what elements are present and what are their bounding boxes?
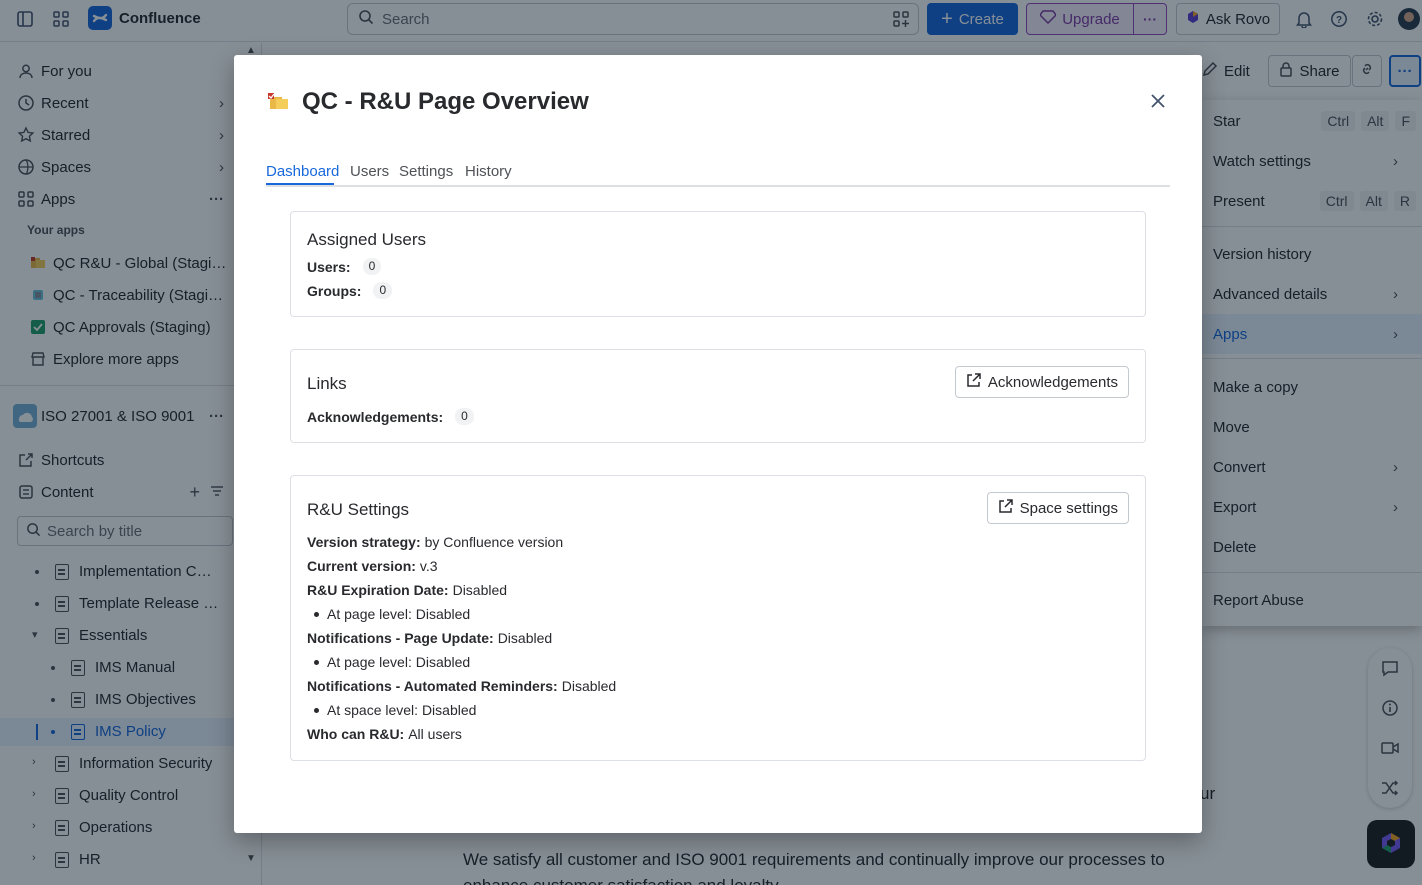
close-icon[interactable] [1148, 91, 1168, 111]
setting-value: Disabled [561, 678, 617, 694]
acknowledgements-label: Acknowledgements: [307, 408, 444, 425]
list-bullet [314, 612, 319, 617]
notif-update-row: Notifications - Page Update: Disabled [307, 630, 552, 646]
notif-reminders-sub-row: At space level: Disabled [327, 702, 477, 718]
who-can-ru-row: Who can R&U: All users [307, 726, 462, 742]
tab-history[interactable]: History [465, 163, 512, 180]
acknowledgements-button[interactable]: Acknowledgements [954, 366, 1129, 398]
groups-label: Groups: [307, 282, 362, 299]
card-heading: R&U Settings [307, 500, 410, 519]
groups-count-badge: 0 [373, 282, 393, 299]
list-bullet [314, 708, 319, 713]
modal-title: QC - R&U Page Overview [302, 88, 589, 115]
setting-value: v.3 [419, 558, 438, 574]
expiration-row: R&U Expiration Date: Disabled [307, 582, 507, 598]
setting-value: by Confluence version [424, 534, 564, 550]
setting-label: Who can R&U: [307, 726, 405, 742]
setting-label: Notifications - Page Update: [307, 630, 494, 646]
expiration-sub-row: At page level: Disabled [327, 606, 471, 622]
external-link-icon [966, 372, 982, 392]
acknowledgements-row: Acknowledgements: 0 [307, 408, 474, 425]
notif-update-sub-row: At page level: Disabled [327, 654, 471, 670]
tab-settings[interactable]: Settings [399, 163, 453, 180]
ru-settings-card: R&U Settings Space settings Version stra… [290, 475, 1146, 761]
setting-label: Version strategy: [307, 534, 421, 550]
acknowledgements-button-label: Acknowledgements [987, 373, 1118, 391]
current-version-row: Current version: v.3 [307, 558, 438, 574]
card-heading: Assigned Users [307, 230, 427, 249]
space-settings-button-label: Space settings [1019, 499, 1118, 517]
users-row: Users: 0 [307, 258, 382, 275]
setting-label: Current version: [307, 558, 416, 574]
assigned-users-card: Assigned Users Users: 0 Groups: 0 [290, 211, 1146, 317]
modal-tabs: Dashboard Users Settings History [266, 160, 1170, 187]
setting-label: R&U Expiration Date: [307, 582, 449, 598]
tab-users[interactable]: Users [350, 163, 389, 180]
setting-label: Notifications - Automated Reminders: [307, 678, 558, 694]
users-count-badge: 0 [362, 258, 382, 275]
list-bullet [314, 660, 319, 665]
acknowledgements-count-badge: 0 [455, 408, 474, 425]
groups-row: Groups: 0 [307, 282, 393, 299]
users-label: Users: [307, 258, 351, 275]
qc-ru-app-icon [266, 91, 290, 113]
setting-value: Disabled [497, 630, 553, 646]
space-settings-button[interactable]: Space settings [986, 492, 1129, 524]
setting-value: Disabled [452, 582, 508, 598]
active-tab-indicator [266, 183, 334, 185]
page-overview-modal: QC - R&U Page Overview Dashboard Users S… [234, 55, 1202, 833]
links-card: Links Acknowledgements Acknowledgements:… [290, 349, 1146, 443]
card-heading: Links [307, 374, 347, 393]
setting-value: All users [408, 726, 462, 742]
version-strategy-row: Version strategy: by Confluence version [307, 534, 563, 550]
notif-reminders-row: Notifications - Automated Reminders: Dis… [307, 678, 616, 694]
external-link-icon [998, 498, 1014, 518]
tab-dashboard[interactable]: Dashboard [266, 163, 339, 180]
